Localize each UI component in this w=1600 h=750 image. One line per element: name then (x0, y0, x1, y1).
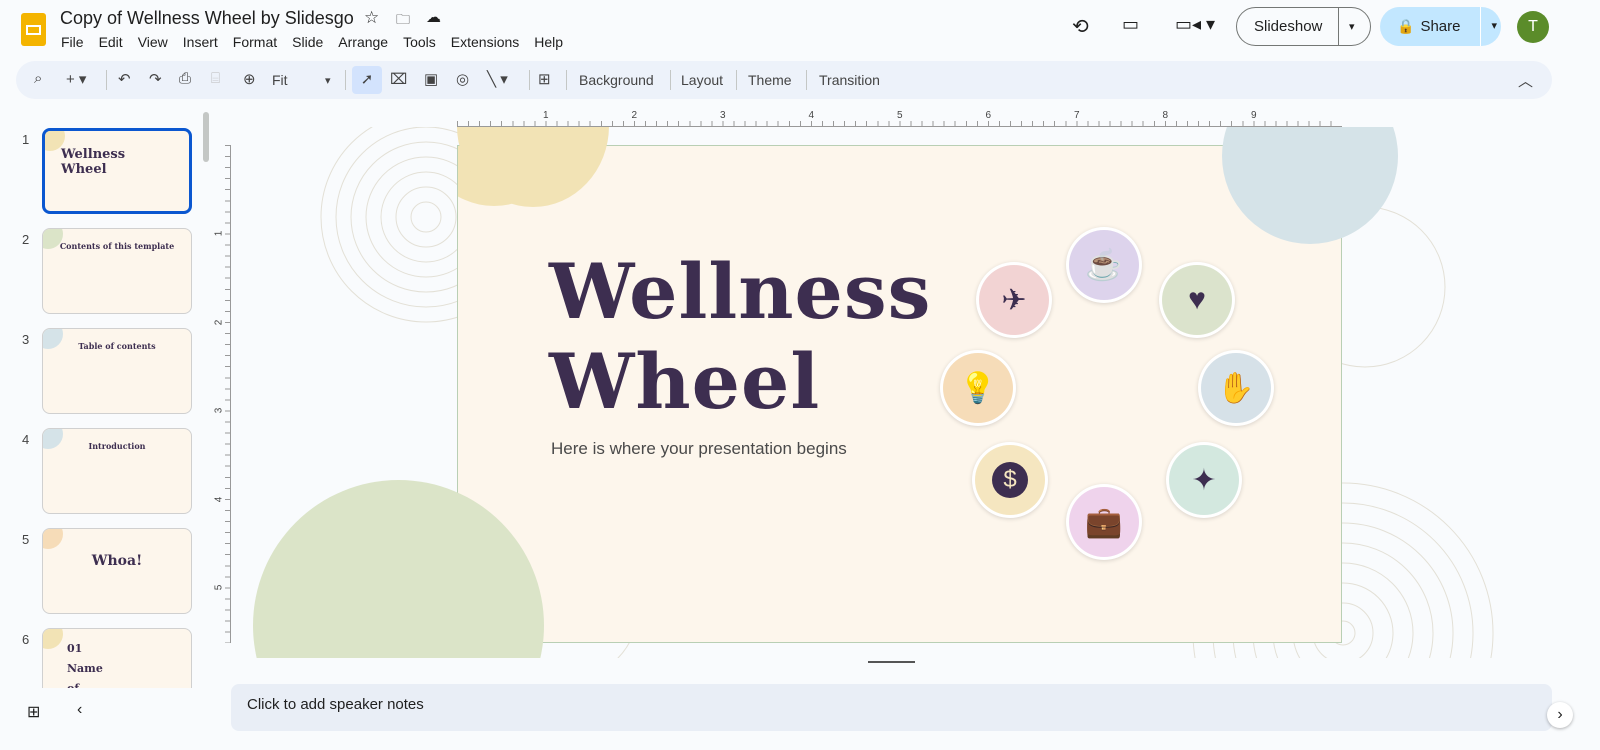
undo-icon[interactable]: ↶ (118, 70, 131, 88)
slide-number: 3 (22, 332, 29, 347)
slide-subtitle[interactable]: Here is where your presentation begins (551, 439, 847, 459)
slide-number: 5 (22, 532, 29, 547)
ruler-tick-label: 7 (1074, 110, 1080, 121)
comments-icon[interactable]: ▭ (1122, 14, 1139, 35)
slide-thumbnail[interactable]: Contents of this template (42, 228, 192, 314)
slideshow-button[interactable]: Slideshow▾ (1236, 7, 1371, 46)
avatar[interactable]: T (1517, 11, 1549, 43)
cloud-saved-icon[interactable]: ☁ (426, 8, 441, 26)
lightbulb-icon[interactable]: 💡 (943, 353, 1013, 423)
menu-extensions[interactable]: Extensions (451, 34, 519, 50)
slide-number: 6 (22, 632, 29, 647)
menu-slide[interactable]: Slide (292, 34, 323, 50)
menu-format[interactable]: Format (233, 34, 277, 50)
slide-thumbnail[interactable]: Whoa! (42, 528, 192, 614)
collapse-filmstrip-icon[interactable]: ‹ (77, 701, 82, 719)
ruler-tick-label: 5 (213, 585, 224, 591)
caring-hands-icon[interactable]: ✋ (1201, 353, 1271, 423)
fish-icon[interactable]: ✦ (1169, 445, 1239, 515)
briefcase-icon[interactable]: 💼 (1069, 487, 1139, 557)
move-folder-icon[interactable]: 🗀 (396, 9, 410, 33)
ruler-tick-label: 4 (213, 496, 224, 502)
menu-bar: File Edit View Insert Format Slide Arrange Tool… (61, 34, 578, 50)
redo-icon[interactable]: ↷ (149, 70, 162, 88)
ruler-tick-label: 9 (1251, 110, 1257, 121)
ruler-tick-label: 3 (720, 110, 726, 121)
grid-view-icon[interactable]: ⊞ (27, 702, 40, 722)
new-slide-icon[interactable]: + ▾ (66, 70, 86, 88)
share-button[interactable]: 🔒Share▾ (1380, 7, 1501, 46)
menu-file[interactable]: File (61, 34, 84, 50)
ruler-tick-label: 3 (213, 408, 224, 414)
share-dropdown-icon[interactable]: ▾ (1480, 7, 1497, 46)
filmstrip-scrollbar[interactable] (203, 112, 209, 162)
thumbnail-title: Contents of this template (43, 241, 191, 251)
slideshow-dropdown-icon[interactable]: ▾ (1349, 20, 1355, 33)
thumbnail-title: Table of contents (43, 341, 191, 351)
collapse-toolbar-icon[interactable]: ︿ (1518, 70, 1533, 91)
slide-thumbnail[interactable]: 01 Name of (42, 628, 192, 688)
select-tool-icon[interactable]: ➚ (352, 66, 382, 94)
vertical-ruler[interactable] (215, 145, 231, 643)
comment-add-icon[interactable]: ⊞ (538, 70, 551, 88)
menu-arrange[interactable]: Arrange (338, 34, 388, 50)
slide-thumbnail[interactable]: Table of contents (42, 328, 192, 414)
lock-icon: 🔒 (1397, 18, 1414, 35)
slide-number: 2 (22, 232, 29, 247)
thumbnail-title: Introduction (43, 441, 191, 451)
layout-button[interactable]: Layout (681, 72, 723, 88)
background-button[interactable]: Background (579, 72, 654, 88)
ruler-tick-label: 1 (543, 110, 549, 121)
slides-logo[interactable] (21, 13, 46, 46)
notes-resize-handle[interactable] (868, 661, 915, 663)
ruler-tick-label: 6 (986, 110, 992, 121)
thumbnail-title: Wellness Wheel (61, 147, 121, 177)
paint-format-icon[interactable]: ⌸ (211, 70, 220, 87)
slide-canvas[interactable]: WellnessWheel Here is where your present… (231, 127, 1568, 658)
slide-number: 4 (22, 432, 29, 447)
slide-thumbnail[interactable]: Wellness Wheel (42, 128, 192, 214)
image-icon[interactable]: ▣ (424, 70, 438, 88)
ruler-tick-label: 1 (213, 231, 224, 237)
menu-help[interactable]: Help (534, 34, 563, 50)
coffee-icon[interactable]: ☕ (1069, 230, 1139, 300)
zoom-icon[interactable]: ⊕ (243, 70, 256, 88)
version-history-icon[interactable]: ⟲ (1072, 14, 1089, 39)
search-menus-icon[interactable]: ⌕ (34, 70, 42, 87)
slide-thumbnail[interactable]: Introduction (42, 428, 192, 514)
speaker-notes[interactable]: Click to add speaker notes (231, 684, 1552, 731)
zoom-select[interactable]: Fit (272, 72, 288, 88)
text-box-icon[interactable]: ⌧ (390, 70, 407, 88)
line-icon[interactable]: ╲ ▾ (487, 70, 508, 88)
menu-view[interactable]: View (138, 34, 168, 50)
ruler-tick-label: 4 (809, 110, 815, 121)
thumbnail-title: Whoa! (43, 553, 191, 569)
print-icon[interactable]: ⎙ (179, 70, 191, 87)
fitness-icon[interactable]: ✈ (979, 265, 1049, 335)
slide-number: 1 (22, 132, 29, 147)
doc-title[interactable]: Copy of Wellness Wheel by Slidesgo (60, 8, 354, 29)
thumbnail-title: 01 Name of (67, 639, 117, 688)
zoom-dropdown-icon[interactable]: ▾ (325, 74, 331, 87)
menu-insert[interactable]: Insert (183, 34, 218, 50)
menu-edit[interactable]: Edit (99, 34, 123, 50)
side-panel-toggle[interactable]: › (1547, 702, 1573, 728)
heartbeat-icon[interactable]: ♥ (1162, 265, 1232, 335)
slide-title[interactable]: WellnessWheel (549, 247, 931, 427)
menu-tools[interactable]: Tools (403, 34, 436, 50)
meet-icon[interactable]: ▭◂ ▾ (1175, 14, 1215, 35)
ruler-tick-label: 2 (213, 319, 224, 325)
ruler-tick-label: 8 (1163, 110, 1169, 121)
star-icon[interactable]: ☆ (364, 8, 379, 28)
theme-button[interactable]: Theme (748, 72, 792, 88)
transition-button[interactable]: Transition (819, 72, 880, 88)
ruler-tick-label: 5 (897, 110, 903, 121)
ruler-tick-label: 2 (632, 110, 638, 121)
dollar-icon[interactable]: $ (975, 445, 1045, 515)
shape-icon[interactable]: ◎ (456, 70, 469, 88)
